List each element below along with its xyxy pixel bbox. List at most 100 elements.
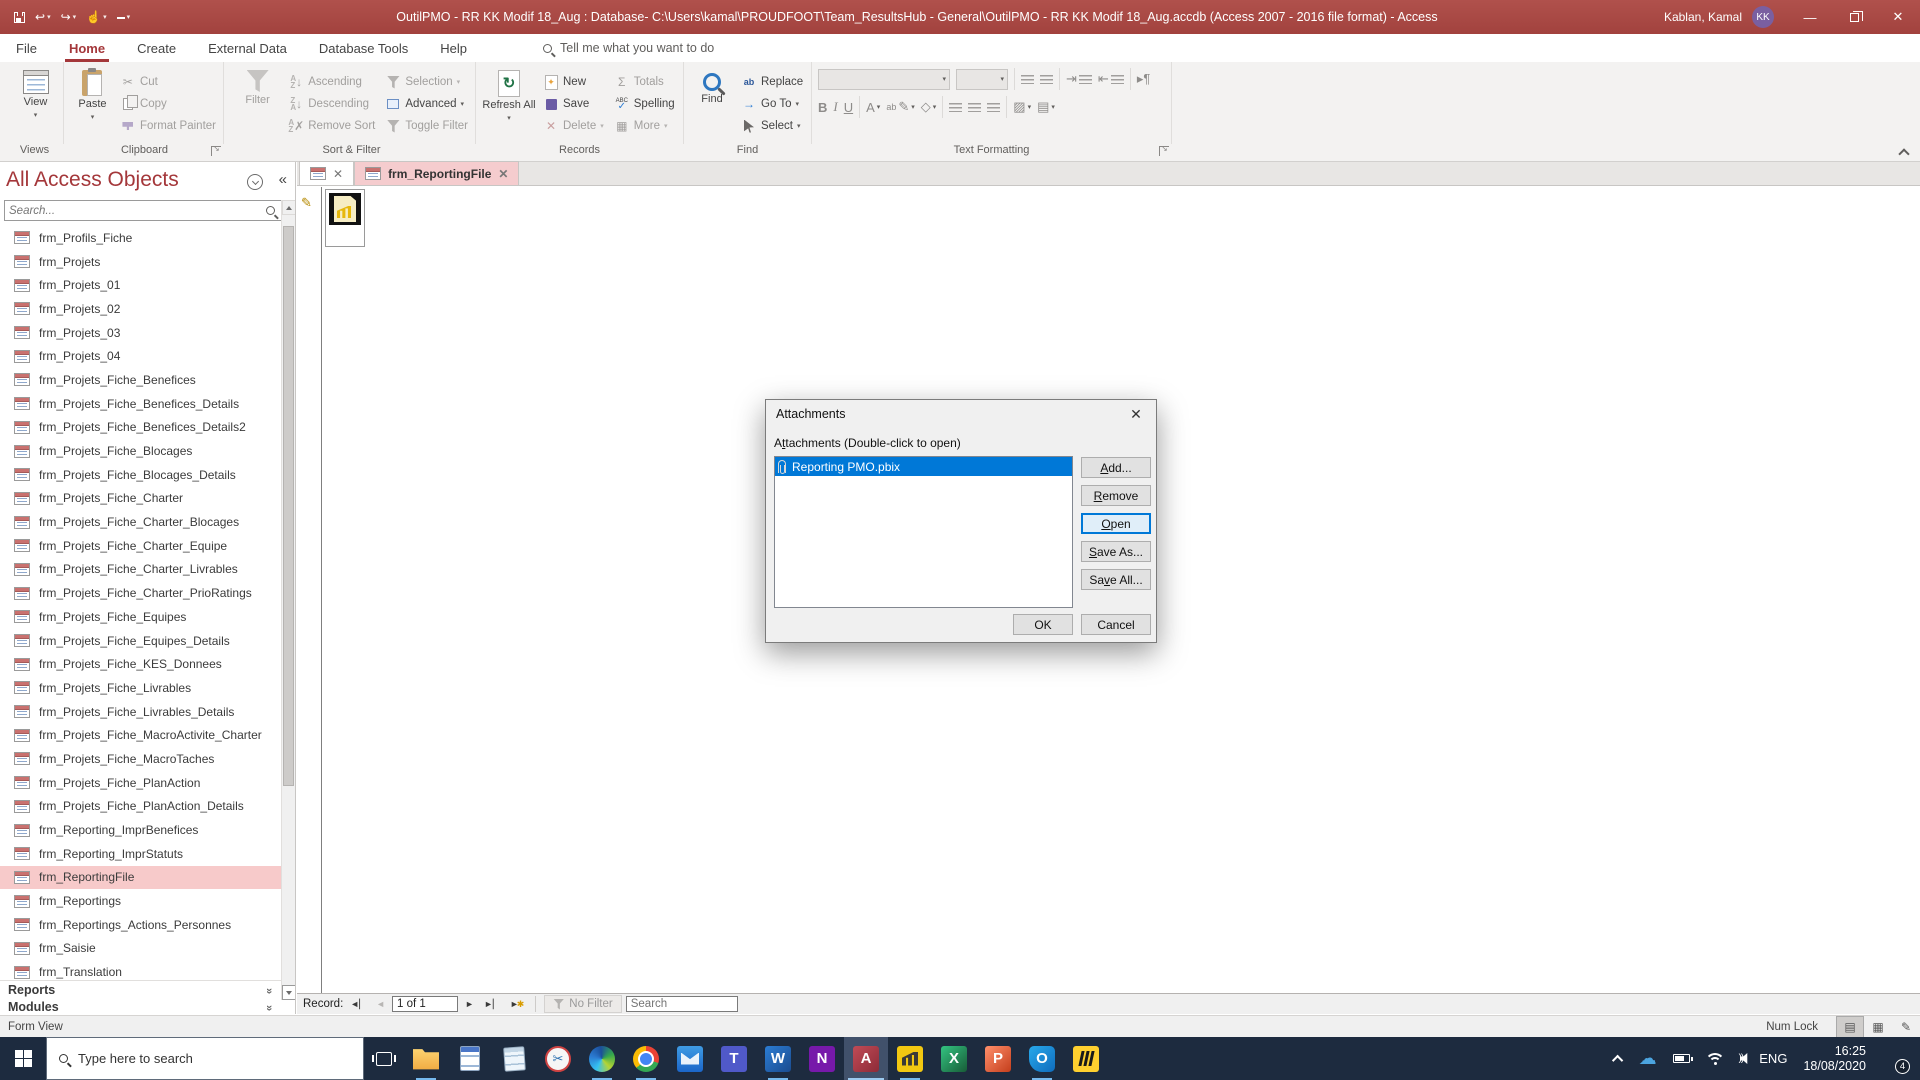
dialog-button[interactable]: Open: [1081, 513, 1151, 534]
font-name-combo[interactable]: ▾: [818, 68, 950, 90]
previous-record-button[interactable]: ◄: [373, 999, 388, 1009]
taskbar-search[interactable]: Type here to search: [46, 1037, 364, 1080]
remove-sort-button[interactable]: A Z ✗ Remove Sort: [285, 116, 378, 136]
next-record-button[interactable]: ►: [462, 999, 477, 1009]
save-button[interactable]: [14, 11, 25, 23]
nav-item[interactable]: frm_Reporting_ImprBenefices: [0, 818, 281, 842]
nav-item[interactable]: frm_Projets_Fiche_MacroTaches: [0, 747, 281, 771]
nav-item[interactable]: frm_Translation: [0, 960, 281, 980]
taskbar-app-snipping-tool[interactable]: ✂: [536, 1037, 580, 1080]
clock[interactable]: 16:25 18/08/2020: [1803, 1044, 1866, 1074]
touch-mouse-mode-button[interactable]: ☝ ▾: [86, 10, 106, 24]
document-tab-mini[interactable]: ✕: [299, 161, 355, 185]
underline-button[interactable]: U: [844, 100, 853, 115]
nav-item[interactable]: frm_Projets_Fiche_Benefices_Details2: [0, 416, 281, 440]
dialog-close-icon[interactable]: ✕: [1116, 400, 1156, 428]
close-icon[interactable]: ✕: [498, 167, 508, 181]
scroll-down-icon[interactable]: [282, 985, 295, 1000]
nav-item[interactable]: frm_Projets_Fiche_Charter_Blocages: [0, 510, 281, 534]
font-color-button[interactable]: A ▾: [866, 100, 880, 115]
taskbar-app-file-explorer[interactable]: [404, 1037, 448, 1080]
dialog-button[interactable]: Save All...: [1081, 569, 1151, 590]
datasheet-view-button[interactable]: ▦: [1864, 1016, 1892, 1038]
gridlines-button[interactable]: ▨ ▾: [1013, 99, 1031, 115]
nav-item[interactable]: frm_Projets_Fiche_PlanAction_Details: [0, 795, 281, 819]
onedrive-icon[interactable]: ☁: [1639, 1048, 1657, 1069]
nav-item[interactable]: frm_Projets_02: [0, 297, 281, 321]
nav-section-header[interactable]: Reports »: [0, 981, 281, 998]
italic-button[interactable]: I: [833, 99, 837, 115]
scroll-up-icon[interactable]: [282, 200, 295, 215]
nav-item[interactable]: frm_Projets_Fiche_PlanAction: [0, 771, 281, 795]
align-right-button[interactable]: [987, 102, 1001, 112]
nav-item[interactable]: frm_Projets_Fiche_Charter_Equipe: [0, 534, 281, 558]
clipboard-dialog-launcher-icon[interactable]: [211, 144, 221, 156]
taskbar-app-wordpad[interactable]: [448, 1037, 492, 1080]
view-button[interactable]: View ▾: [12, 66, 59, 144]
search-icon[interactable]: [266, 206, 275, 215]
customize-qat-button[interactable]: ▾: [116, 13, 130, 21]
nav-item[interactable]: frm_ReportingFile: [0, 865, 281, 890]
find-button[interactable]: Find: [690, 66, 734, 144]
attachment-row-selected[interactable]: Reporting PMO.pbix: [775, 457, 1072, 476]
nav-item[interactable]: frm_Reporting_ImprStatuts: [0, 842, 281, 866]
dialog-button[interactable]: Save As...: [1081, 541, 1151, 562]
nav-item[interactable]: frm_Projets_01: [0, 273, 281, 297]
ribbon-tab[interactable]: External Data: [192, 34, 303, 62]
format-painter-button[interactable]: Format Painter: [117, 116, 219, 136]
nav-item[interactable]: frm_Projets_Fiche_Equipes_Details: [0, 629, 281, 653]
more-button[interactable]: ▦ More ▾: [611, 116, 678, 136]
filter-button[interactable]: Filter: [234, 66, 281, 144]
nav-item[interactable]: frm_Profils_Fiche: [0, 226, 281, 250]
select-button[interactable]: Select ▾: [738, 116, 806, 136]
taskbar-app-miro[interactable]: [1064, 1037, 1108, 1080]
taskbar-app-mail[interactable]: [668, 1037, 712, 1080]
save-record-button[interactable]: Save: [540, 94, 607, 114]
chevron-expand-icon[interactable]: »: [263, 987, 275, 991]
nav-item[interactable]: frm_Reportings: [0, 889, 281, 913]
form-view-button[interactable]: ▤: [1836, 1015, 1864, 1038]
nav-item[interactable]: frm_Projets: [0, 250, 281, 274]
nav-item[interactable]: frm_Projets_04: [0, 344, 281, 368]
nav-item[interactable]: frm_Projets_03: [0, 321, 281, 345]
nav-item[interactable]: frm_Projets_Fiche_Benefices_Details: [0, 392, 281, 416]
bold-button[interactable]: B: [818, 100, 827, 115]
battery-icon[interactable]: [1672, 1054, 1693, 1063]
taskbar-app-teams[interactable]: T: [712, 1037, 756, 1080]
task-view-button[interactable]: [364, 1037, 404, 1080]
nav-item[interactable]: frm_Projets_Fiche_Blocages_Details: [0, 463, 281, 487]
nav-item[interactable]: frm_Projets_Fiche_Livrables: [0, 676, 281, 700]
record-search-input[interactable]: [625, 996, 738, 1012]
attachments-list[interactable]: Reporting PMO.pbix: [774, 456, 1073, 608]
first-record-button[interactable]: ◄▏: [347, 999, 369, 1010]
alternate-row-color-button[interactable]: ▤ ▾: [1037, 99, 1055, 115]
nav-item[interactable]: frm_Projets_Fiche_Livrables_Details: [0, 700, 281, 724]
nav-item[interactable]: frm_Projets_Fiche_Charter: [0, 487, 281, 511]
avatar[interactable]: KK: [1752, 6, 1774, 28]
cut-button[interactable]: ✂ Cut: [117, 72, 219, 92]
collapse-ribbon-icon[interactable]: [1898, 148, 1910, 160]
last-record-button[interactable]: ►▏: [481, 999, 503, 1010]
selection-button[interactable]: Selection ▾: [382, 72, 471, 92]
undo-button[interactable]: ↩ ▾: [35, 10, 51, 24]
refresh-all-button[interactable]: ↻ Refresh All ▾: [482, 66, 536, 144]
shutter-close-icon[interactable]: «: [279, 171, 287, 188]
tell-me-search[interactable]: Tell me what you want to do: [543, 41, 714, 55]
font-size-combo[interactable]: ▾: [956, 68, 1008, 90]
background-fill-button[interactable]: ◇ ▾: [921, 99, 937, 115]
align-left-button[interactable]: [949, 102, 963, 112]
taskbar-app-chrome[interactable]: [624, 1037, 668, 1080]
copy-button[interactable]: Copy: [117, 94, 219, 114]
nav-pane-menu-icon[interactable]: [247, 174, 263, 190]
language-indicator[interactable]: ENG: [1759, 1051, 1787, 1066]
taskbar-app-powerpoint[interactable]: P: [976, 1037, 1020, 1080]
restore-button[interactable]: [1832, 0, 1876, 34]
hidden-icons-chevron-icon[interactable]: [1611, 1054, 1623, 1066]
nav-item[interactable]: frm_Saisie: [0, 937, 281, 961]
ribbon-tab[interactable]: Home: [53, 34, 121, 62]
nav-item[interactable]: frm_Projets_Fiche_Equipes: [0, 605, 281, 629]
record-position[interactable]: 1 of 1: [392, 996, 459, 1012]
ribbon-tab[interactable]: Create: [121, 34, 192, 62]
attachment-field[interactable]: [325, 189, 365, 247]
numbering-button[interactable]: [1040, 74, 1053, 84]
